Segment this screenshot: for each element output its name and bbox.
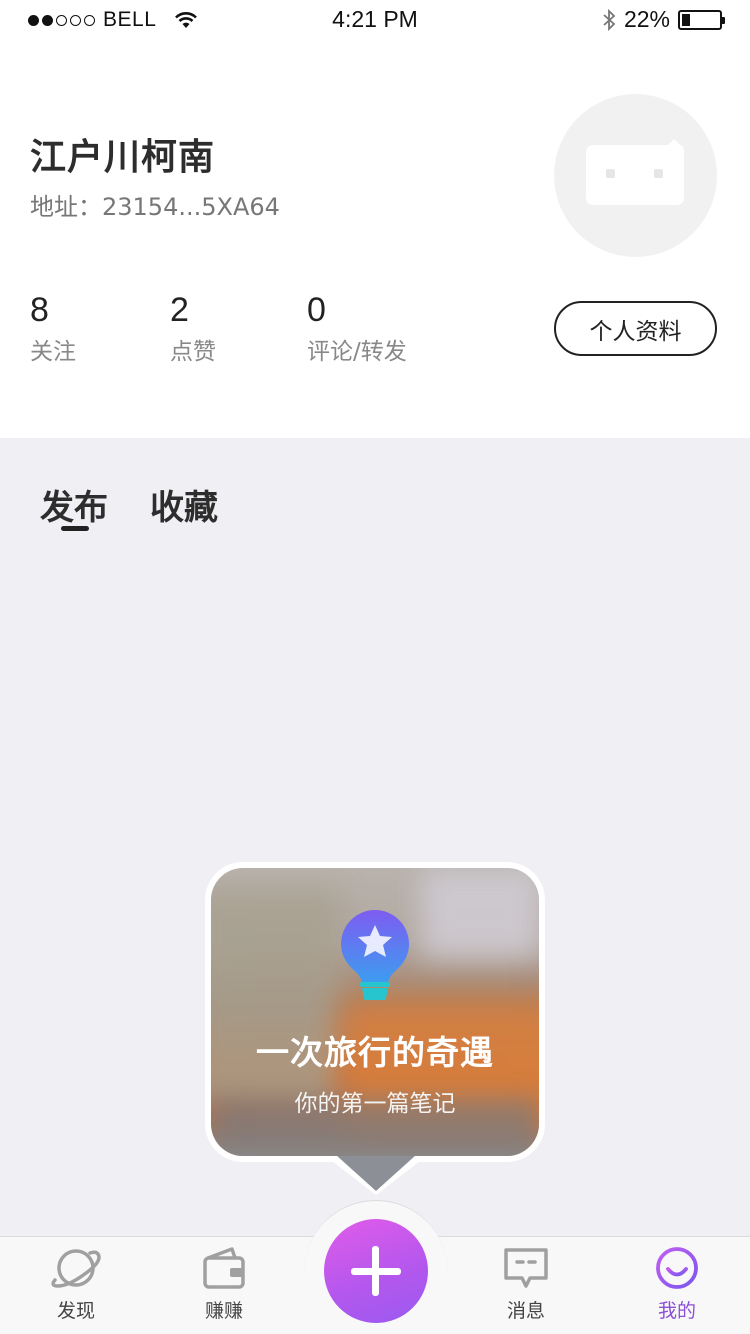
bluetooth-icon [603,8,616,31]
battery-percent: 22% [623,6,670,32]
stat-value: 2 [170,291,189,329]
stat-label: 点赞 [170,339,216,365]
wallet-address: 地址：23154...5XA64 [30,193,280,221]
stat-label: 关注 [30,339,76,365]
stat-likes[interactable]: 2 点赞 [170,292,216,366]
card-title: 一次旅行的奇遇 [256,1033,494,1072]
status-bar: BELL 4:21 PM 22% [0,0,750,40]
wallet-icon [203,1247,245,1289]
bot-face-icon [586,139,684,205]
stat-value: 8 [30,291,49,329]
status-right: 22% [602,6,725,33]
publish-plus-button[interactable] [324,1219,428,1323]
tab-messages[interactable]: 消息 [476,1244,576,1323]
battery-icon [678,9,725,30]
active-tab-indicator [61,526,89,531]
message-icon [504,1248,548,1288]
profile-info-button[interactable]: 个人资料 [554,301,717,356]
star-balloon-icon [341,910,409,1000]
tab-label: 赚赚 [204,1300,243,1322]
smile-icon [656,1247,698,1289]
tab-publish[interactable]: 发布 [40,480,108,529]
user-name: 江户川柯南 [30,137,216,178]
stat-comments-shares[interactable]: 0 评论/转发 [307,292,407,366]
tab-discover[interactable]: 发现 [26,1244,126,1323]
tab-collect[interactable]: 收藏 [150,480,218,529]
avatar[interactable] [554,94,717,257]
planet-icon [51,1249,101,1288]
stat-label: 评论/转发 [307,339,407,365]
tab-earn[interactable]: 赚赚 [174,1244,274,1323]
card-subtitle: 你的第一篇笔记 [294,1091,456,1117]
stat-value: 0 [307,291,326,329]
card-pointer-inner [336,1155,416,1191]
tab-mine[interactable]: 我的 [627,1244,727,1323]
stat-following[interactable]: 8 关注 [30,292,76,366]
tab-label: 我的 [657,1300,696,1322]
tab-label: 消息 [506,1300,545,1322]
tab-label: 发现 [56,1300,95,1322]
